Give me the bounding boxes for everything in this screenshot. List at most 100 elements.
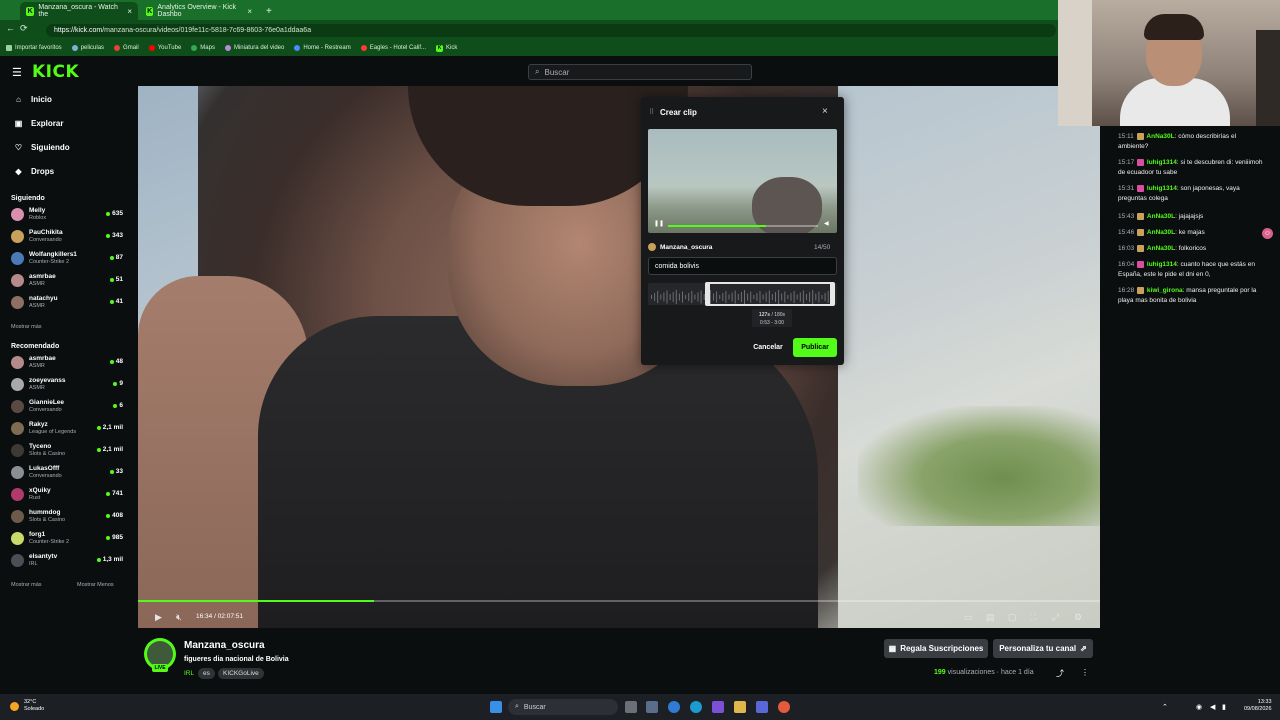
channel-row[interactable]: xQuiky Rust 741: [11, 485, 123, 505]
tab-active[interactable]: K Manzana_oscura - Watch the ×: [20, 2, 138, 20]
chevron-up-icon[interactable]: ⌃: [1162, 703, 1168, 711]
menu-icon[interactable]: ☰: [12, 66, 22, 79]
nav-inicio[interactable]: ⌂ Inicio: [14, 95, 52, 104]
bookmark-import[interactable]: Importar favoritos: [6, 45, 62, 51]
file-explorer-icon[interactable]: [734, 701, 746, 713]
weather-widget[interactable]: 32°C Soleado: [10, 699, 44, 713]
nav-siguiendo[interactable]: ♡ Siguiendo: [14, 143, 70, 152]
bookmark-maps[interactable]: Maps: [191, 45, 215, 51]
expand-icon[interactable]: ⤢: [1052, 612, 1059, 623]
clip-title-input[interactable]: comida bolivis: [648, 257, 837, 275]
channel-name: Tyceno: [29, 443, 52, 450]
chat-username[interactable]: luhig1314: [1147, 159, 1177, 166]
chat-username[interactable]: luhig1314: [1147, 261, 1177, 268]
clip-start-handle[interactable]: [705, 282, 710, 306]
chat-app-icon[interactable]: [756, 701, 768, 713]
show-more-recommended[interactable]: Mostrar más: [11, 582, 42, 588]
theater-icon[interactable]: ▤: [986, 612, 995, 623]
kick-logo[interactable]: KICK: [32, 62, 79, 82]
clip-end-handle[interactable]: [830, 282, 835, 306]
video-player[interactable]: [138, 86, 1100, 628]
refresh-icon[interactable]: ⟳: [20, 23, 28, 34]
channel-row[interactable]: GiannieLee Conversando 6: [11, 397, 123, 417]
network-icon[interactable]: ◉: [1196, 703, 1202, 711]
chat-username[interactable]: kiwi_girona: [1147, 287, 1183, 294]
tag-language[interactable]: es: [198, 668, 215, 679]
channel-row[interactable]: natachyu ASMR 41: [11, 293, 123, 313]
mute-icon[interactable]: 🔇︎: [176, 612, 182, 623]
chat-username[interactable]: AnNa30L: [1147, 245, 1175, 252]
show-more-following[interactable]: Mostrar más: [11, 324, 42, 330]
widgets-icon[interactable]: [646, 701, 658, 713]
channel-avatar: [648, 243, 656, 251]
tag-kickgolive[interactable]: KICKGoLive: [218, 668, 264, 679]
browser-icon[interactable]: [690, 701, 702, 713]
tab-analytics[interactable]: K Analytics Overview - Kick Dashbo ×: [140, 2, 258, 20]
settings-gear-icon[interactable]: ⚙: [1074, 612, 1082, 623]
stream-category[interactable]: IRL: [184, 670, 194, 677]
emote-icon[interactable]: ☺: [1262, 228, 1273, 239]
back-icon[interactable]: ←: [6, 23, 15, 33]
nav-drops[interactable]: ◆ Drops: [14, 167, 54, 176]
channel-row[interactable]: asmrbae ASMR 48: [11, 353, 123, 373]
chrome-icon[interactable]: [778, 701, 790, 713]
close-icon[interactable]: ×: [822, 106, 828, 117]
customize-channel-button[interactable]: Personaliza tu canal ⇗: [993, 639, 1093, 658]
close-icon[interactable]: ×: [127, 7, 132, 16]
chat-username[interactable]: AnNa30L: [1146, 133, 1174, 140]
show-less-recommended[interactable]: Mostrar Menos: [77, 582, 114, 588]
clip-preview[interactable]: ❚❚ ◀: [648, 129, 837, 233]
drag-handle-icon[interactable]: ⠿: [649, 108, 654, 116]
bookmark-youtube[interactable]: YouTube: [148, 45, 181, 51]
channel-row[interactable]: elsantytv IRL 1,3 mil: [11, 551, 123, 571]
play-icon[interactable]: ▶: [155, 612, 162, 623]
url-field[interactable]: https://kick.com/manzana-oscura/videos/0…: [46, 24, 1056, 37]
clip-icon[interactable]: ▢: [1008, 612, 1017, 623]
chat-username[interactable]: AnNa30L: [1147, 213, 1175, 220]
bookmark-miniatura[interactable]: Miniatura del video: [224, 45, 284, 51]
nav-explorar[interactable]: ▣ Explorar: [14, 119, 64, 128]
close-icon[interactable]: ×: [247, 7, 252, 16]
channel-row[interactable]: forg1 Counter-Strike 2 985: [11, 529, 123, 549]
channel-row[interactable]: PauChikita Conversando 343: [11, 227, 123, 247]
publish-button[interactable]: Publicar: [793, 338, 837, 357]
cancel-button[interactable]: Cancelar: [748, 340, 788, 354]
battery-icon[interactable]: ▮: [1222, 703, 1226, 711]
gift-subs-button[interactable]: ▦ Regala Suscripciones: [884, 639, 988, 658]
chat-username[interactable]: luhig1314: [1147, 185, 1177, 192]
pip-icon[interactable]: ▭: [964, 612, 973, 623]
channel-row[interactable]: Wolfangkillers1 Counter-Strike 2 87: [11, 249, 123, 269]
channel-row[interactable]: LukasOfff Conversando 33: [11, 463, 123, 483]
new-tab-button[interactable]: +: [260, 2, 276, 20]
bookmark-restream[interactable]: Home - Restream: [294, 45, 351, 51]
edge-icon[interactable]: [668, 701, 680, 713]
search-input[interactable]: ⌕ Buscar: [528, 64, 752, 80]
volume-icon[interactable]: ◀: [824, 220, 829, 227]
more-options-icon[interactable]: ⋮: [1081, 668, 1089, 677]
fullscreen-icon[interactable]: ⛶: [1030, 612, 1036, 623]
channel-row[interactable]: Tyceno Slots & Casino 2,1 mil: [11, 441, 123, 461]
chat-text: cómo describirías el ambiente?: [1118, 133, 1237, 150]
channel-row[interactable]: Melly Roblox 635: [11, 205, 123, 225]
chat-username[interactable]: AnNa30L: [1147, 229, 1175, 236]
taskbar-search[interactable]: ⌕ Buscar: [508, 699, 618, 715]
share-icon[interactable]: ⤴: [1056, 668, 1064, 679]
task-view-icon[interactable]: [625, 701, 637, 713]
taskbar-clock[interactable]: 13:33 09/08/2026: [1244, 699, 1272, 713]
bookmark-gmail[interactable]: Gmail: [114, 45, 139, 51]
channel-name[interactable]: Manzana_oscura: [184, 640, 265, 651]
channel-row[interactable]: asmrbae ASMR 51: [11, 271, 123, 291]
channel-category: ASMR: [29, 281, 45, 287]
bookmark-kick[interactable]: K Kick: [436, 44, 457, 52]
channel-row[interactable]: Rakyz League of Legends 2,1 mil: [11, 419, 123, 439]
bookmark-eagles[interactable]: Eagles - Hotel Calif...: [360, 45, 426, 51]
pause-icon[interactable]: ❚❚: [654, 220, 664, 227]
bookmark-peliculas[interactable]: peliculas: [71, 45, 104, 51]
windows-start-icon[interactable]: [490, 701, 502, 713]
channel-row[interactable]: hummdog Slots & Casino 408: [11, 507, 123, 527]
clip-range-selection[interactable]: [705, 282, 835, 306]
following-heading: Siguiendo: [11, 195, 45, 202]
volume-icon[interactable]: ◀: [1210, 703, 1215, 711]
channel-row[interactable]: zoeyevanss ASMR 9: [11, 375, 123, 395]
app-icon[interactable]: [712, 701, 724, 713]
